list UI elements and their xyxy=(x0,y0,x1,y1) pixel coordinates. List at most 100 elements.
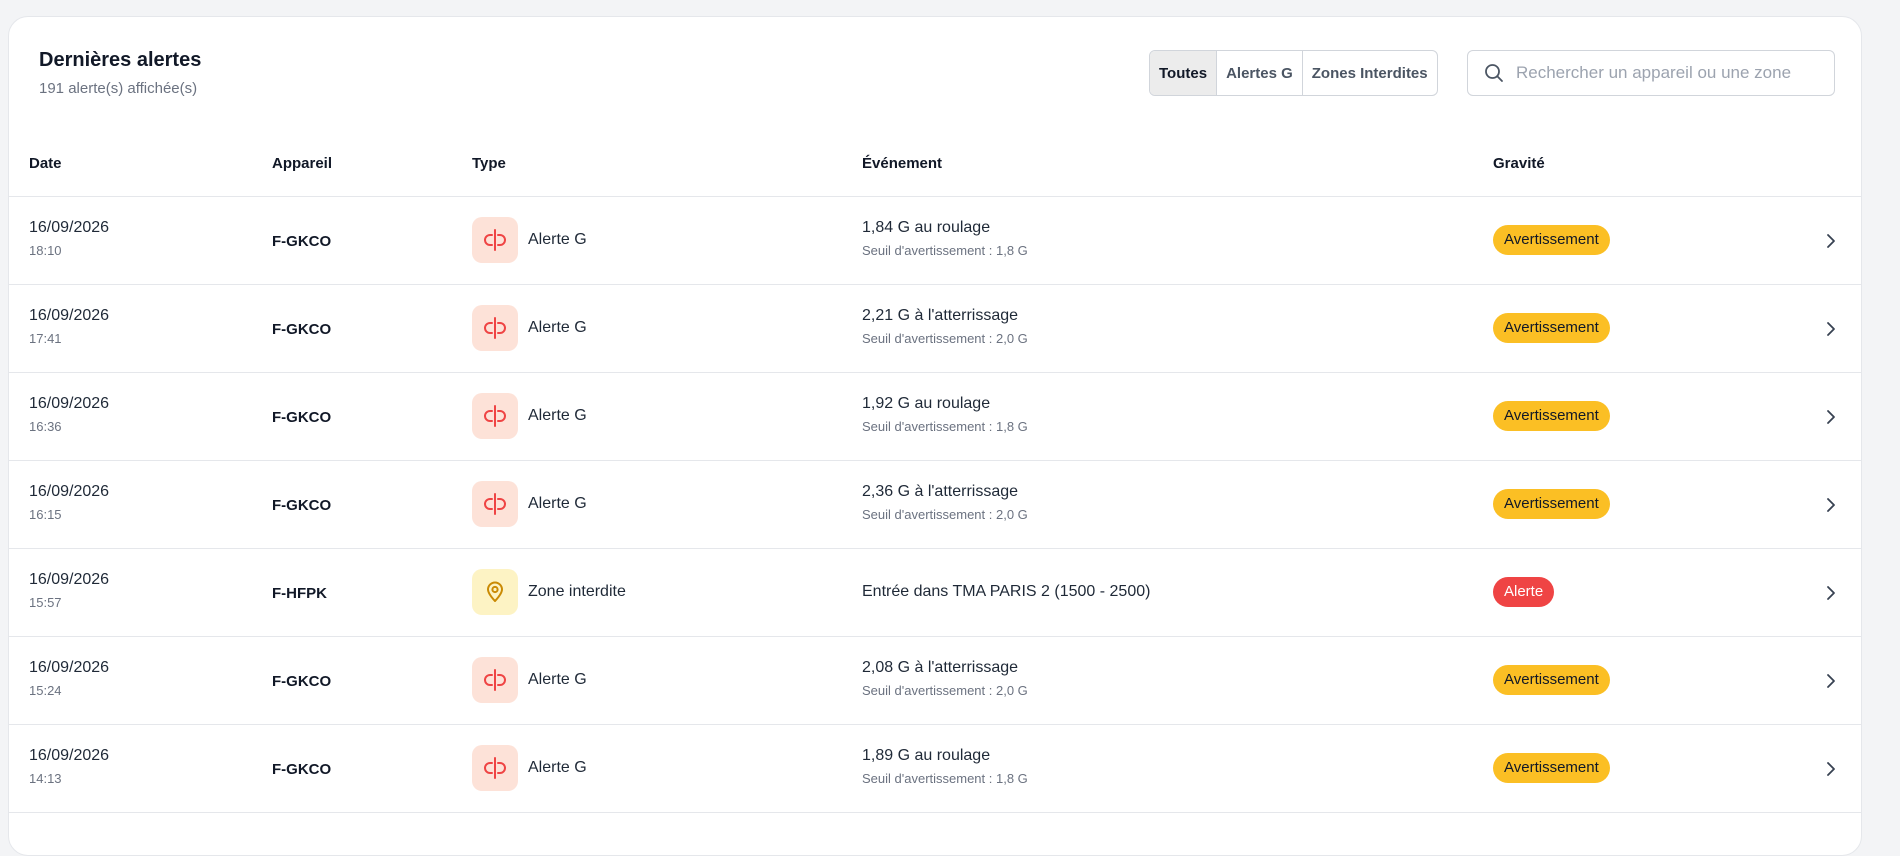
g-force-icon xyxy=(472,305,518,351)
device-registration: F-GKCO xyxy=(272,673,332,690)
type-cell: Alerte G xyxy=(472,745,587,791)
alert-date: 16/09/2026 xyxy=(29,571,110,588)
event-description: 2,08 G à l'atterrissage xyxy=(862,659,1019,676)
severity-cell: Avertissement xyxy=(1493,753,1610,783)
column-severity[interactable]: Gravité xyxy=(1493,155,1545,172)
event-cell: 2,36 G à l'atterrissage Seuil d'avertiss… xyxy=(862,483,1028,522)
g-force-icon xyxy=(472,393,518,439)
g-force-icon xyxy=(472,481,518,527)
date-cell: 16/09/2026 17:41 xyxy=(29,307,109,346)
type-cell: Alerte G xyxy=(472,217,587,263)
device-registration: F-HFPK xyxy=(272,585,327,602)
type-cell: Alerte G xyxy=(472,481,587,527)
severity-cell: Avertissement xyxy=(1493,489,1610,519)
date-cell: 16/09/2026 16:15 xyxy=(29,483,109,522)
severity-cell: Avertissement xyxy=(1493,665,1610,695)
type-cell: Zone interdite xyxy=(472,569,626,615)
search-input[interactable] xyxy=(1516,63,1816,83)
chevron-right-icon[interactable] xyxy=(1821,407,1841,427)
alert-time: 16:36 xyxy=(29,419,62,434)
type-label: Alerte G xyxy=(528,759,587,776)
type-label: Alerte G xyxy=(528,495,587,512)
event-cell: 1,84 G au roulage Seuil d'avertissement … xyxy=(862,219,1028,258)
date-cell: 16/09/2026 15:24 xyxy=(29,659,109,698)
event-threshold: Seuil d'avertissement : 2,0 G xyxy=(862,683,1028,698)
alert-time: 14:13 xyxy=(29,771,62,786)
chevron-right-icon[interactable] xyxy=(1821,671,1841,691)
event-threshold: Seuil d'avertissement : 2,0 G xyxy=(862,331,1028,346)
device-registration: F-GKCO xyxy=(272,409,332,426)
severity-badge: Alerte xyxy=(1493,577,1555,607)
alert-time: 18:10 xyxy=(29,243,62,258)
type-label: Alerte G xyxy=(528,231,587,248)
alert-date: 16/09/2026 xyxy=(29,219,110,236)
column-type[interactable]: Type xyxy=(472,155,506,172)
severity-badge: Avertissement xyxy=(1493,753,1610,783)
table-row[interactable]: 16/09/2026 15:57 F-HFPK Zone interdite E… xyxy=(9,549,1861,637)
table-row[interactable]: 16/09/2026 16:36 F-GKCO Alerte G 1,92 G … xyxy=(9,373,1861,461)
table-row[interactable]: 16/09/2026 15:24 F-GKCO Alerte G 2,08 G … xyxy=(9,637,1861,725)
date-cell: 16/09/2026 16:36 xyxy=(29,395,109,434)
column-event[interactable]: Événement xyxy=(862,155,942,172)
table-body: 16/09/2026 18:10 F-GKCO Alerte G 1,84 G … xyxy=(9,197,1861,813)
g-force-icon xyxy=(472,657,518,703)
event-cell: 2,21 G à l'atterrissage Seuil d'avertiss… xyxy=(862,307,1028,346)
event-cell: 1,92 G au roulage Seuil d'avertissement … xyxy=(862,395,1028,434)
table-row[interactable]: 16/09/2026 17:41 F-GKCO Alerte G 2,21 G … xyxy=(9,285,1861,373)
type-cell: Alerte G xyxy=(472,305,587,351)
event-threshold: Seuil d'avertissement : 1,8 G xyxy=(862,771,1028,786)
event-threshold: Seuil d'avertissement : 2,0 G xyxy=(862,507,1028,522)
alert-count: 191 alerte(s) affichée(s) xyxy=(39,80,198,97)
table-row[interactable]: 16/09/2026 18:10 F-GKCO Alerte G 1,84 G … xyxy=(9,197,1861,285)
alert-date: 16/09/2026 xyxy=(29,483,110,500)
type-cell: Alerte G xyxy=(472,657,587,703)
severity-cell: Avertissement xyxy=(1493,401,1610,431)
severity-cell: Alerte xyxy=(1493,577,1555,607)
page-title: Dernières alertes xyxy=(39,49,202,71)
g-force-icon xyxy=(472,217,518,263)
device-registration: F-GKCO xyxy=(272,233,332,250)
filter-g-alerts-button[interactable]: Alertes G xyxy=(1217,51,1303,95)
device-registration: F-GKCO xyxy=(272,761,332,778)
alerts-card: Dernières alertes 191 alerte(s) affichée… xyxy=(8,16,1862,856)
type-label: Alerte G xyxy=(528,407,587,424)
event-cell: Entrée dans TMA PARIS 2 (1500 - 2500) xyxy=(862,583,1150,601)
date-cell: 16/09/2026 18:10 xyxy=(29,219,109,258)
map-pin-icon xyxy=(472,569,518,615)
device-registration: F-GKCO xyxy=(272,321,332,338)
filter-forbidden-zones-button[interactable]: Zones Interdites xyxy=(1303,51,1437,95)
chevron-right-icon[interactable] xyxy=(1821,231,1841,251)
type-cell: Alerte G xyxy=(472,393,587,439)
filter-all-button[interactable]: Toutes xyxy=(1150,51,1218,95)
date-cell: 16/09/2026 15:57 xyxy=(29,571,109,610)
type-label: Zone interdite xyxy=(528,583,626,600)
alert-date: 16/09/2026 xyxy=(29,395,110,412)
table-row[interactable]: 16/09/2026 16:15 F-GKCO Alerte G 2,36 G … xyxy=(9,461,1861,549)
alert-date: 16/09/2026 xyxy=(29,307,110,324)
event-description: 1,92 G au roulage xyxy=(862,395,991,412)
alert-date: 16/09/2026 xyxy=(29,747,110,764)
event-threshold: Seuil d'avertissement : 1,8 G xyxy=(862,243,1028,258)
event-description: Entrée dans TMA PARIS 2 (1500 - 2500) xyxy=(862,583,1151,600)
event-cell: 2,08 G à l'atterrissage Seuil d'avertiss… xyxy=(862,659,1028,698)
chevron-right-icon[interactable] xyxy=(1821,583,1841,603)
event-description: 2,36 G à l'atterrissage xyxy=(862,483,1019,500)
type-label: Alerte G xyxy=(528,319,587,336)
alert-time: 17:41 xyxy=(29,331,62,346)
alert-date: 16/09/2026 xyxy=(29,659,110,676)
column-date[interactable]: Date xyxy=(29,155,62,172)
filter-group: Toutes Alertes G Zones Interdites xyxy=(1149,50,1438,96)
column-device[interactable]: Appareil xyxy=(272,155,332,172)
table-row[interactable]: 16/09/2026 14:13 F-GKCO Alerte G 1,89 G … xyxy=(9,725,1861,813)
chevron-right-icon[interactable] xyxy=(1821,319,1841,339)
card-header: Dernières alertes 191 alerte(s) affichée… xyxy=(9,17,1861,135)
search-box xyxy=(1467,50,1835,96)
event-cell: 1,89 G au roulage Seuil d'avertissement … xyxy=(862,747,1028,786)
alert-time: 15:24 xyxy=(29,683,62,698)
severity-badge: Avertissement xyxy=(1493,225,1610,255)
table-header: Date Appareil Type Événement Gravité xyxy=(9,135,1861,197)
severity-cell: Avertissement xyxy=(1493,225,1610,255)
chevron-right-icon[interactable] xyxy=(1821,495,1841,515)
event-threshold: Seuil d'avertissement : 1,8 G xyxy=(862,419,1028,434)
chevron-right-icon[interactable] xyxy=(1821,759,1841,779)
